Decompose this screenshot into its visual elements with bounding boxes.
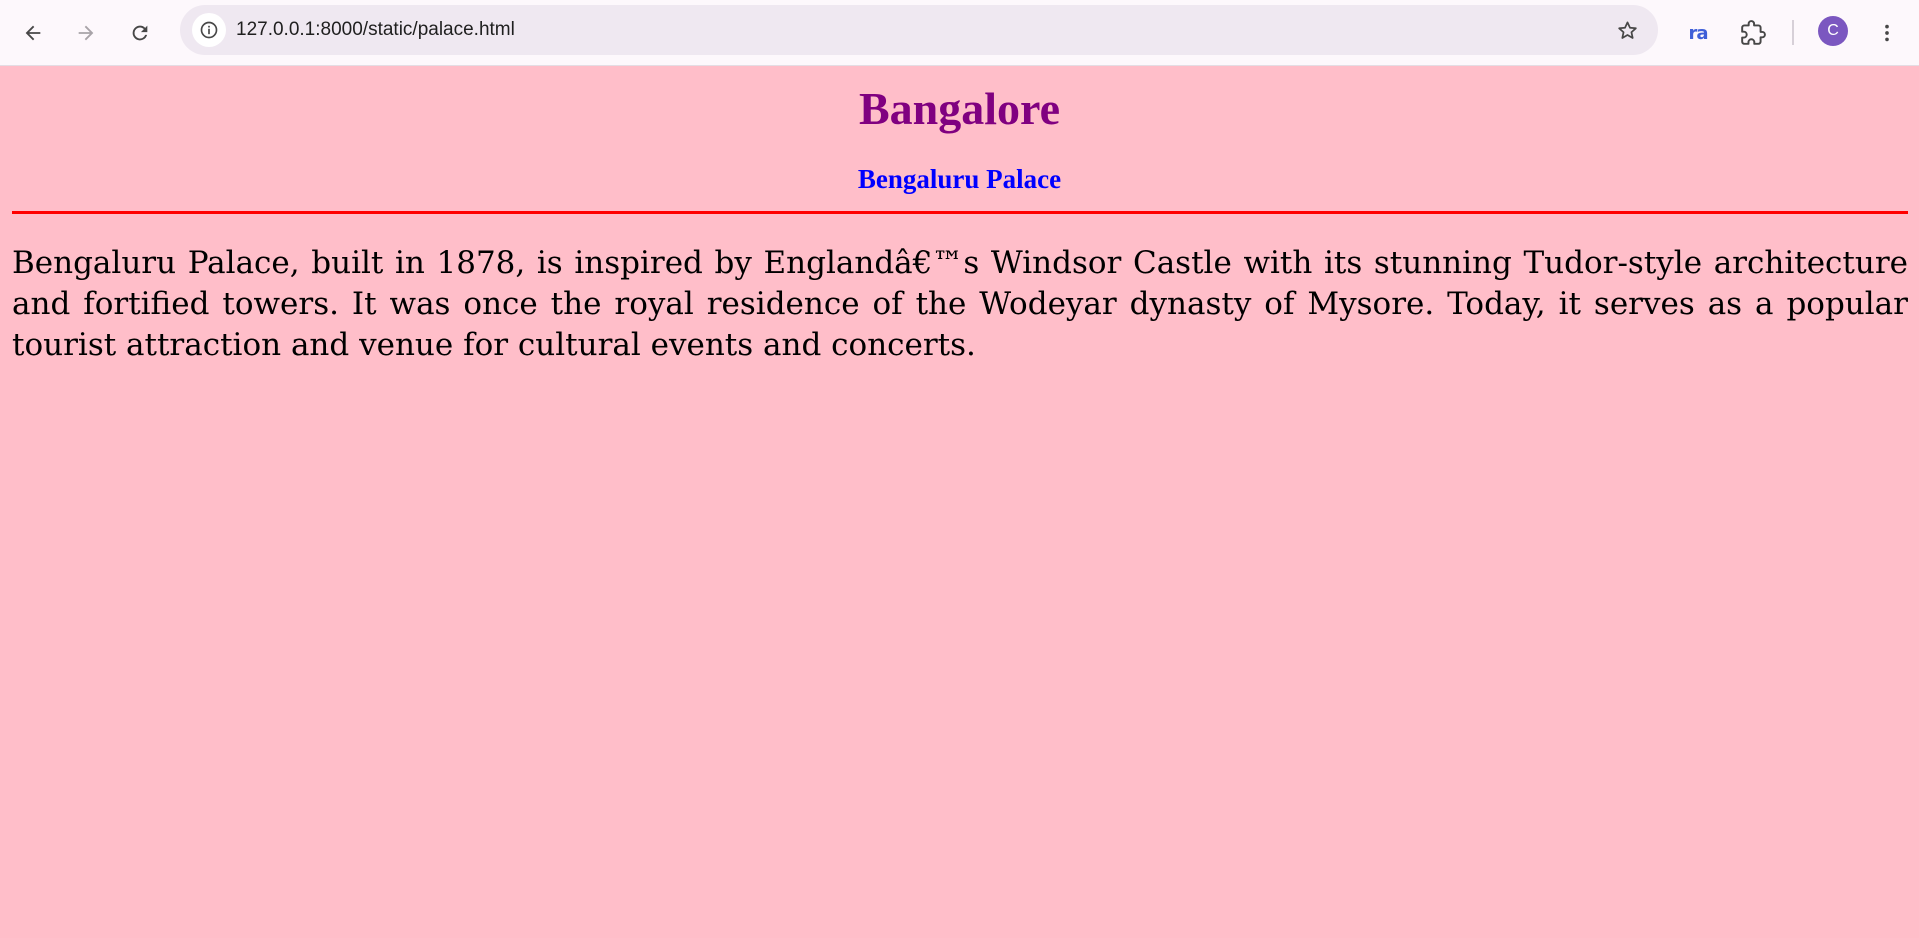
- puzzle-icon: [1741, 20, 1766, 45]
- extensions-button[interactable]: [1733, 13, 1773, 53]
- site-info-button[interactable]: [192, 13, 226, 47]
- url-text[interactable]: 127.0.0.1:8000/static/palace.html: [236, 5, 515, 55]
- kebab-menu-icon: [1885, 24, 1889, 42]
- toolbar-divider: [1792, 20, 1794, 45]
- horizontal-rule: [12, 211, 1908, 214]
- reload-button[interactable]: [120, 13, 160, 53]
- page-subtitle: Bengaluru Palace: [857, 164, 1062, 194]
- description-paragraph: Bengaluru Palace, built in 1878, is insp…: [12, 245, 1908, 363]
- address-bar[interactable]: 127.0.0.1:8000/static/palace.html: [180, 5, 1658, 55]
- forward-button[interactable]: [66, 13, 106, 53]
- extension-ra-label: ra: [1688, 22, 1708, 44]
- arrow-left-icon: [25, 25, 41, 41]
- profile-avatar[interactable]: C: [1818, 16, 1848, 46]
- page-content: Bangalore Bengaluru Palace Bengaluru Pal…: [0, 67, 1919, 938]
- star-icon: [1617, 20, 1637, 39]
- back-button[interactable]: [13, 13, 53, 53]
- arrow-right-icon: [78, 25, 94, 41]
- browser-toolbar: 127.0.0.1:8000/static/palace.html ra C: [0, 0, 1919, 66]
- page-title: Bangalore: [858, 83, 1061, 134]
- bookmark-button[interactable]: [1610, 13, 1644, 47]
- info-icon: [200, 21, 218, 39]
- extension-ra-button[interactable]: ra: [1678, 13, 1718, 53]
- reload-icon: [132, 25, 148, 41]
- browser-menu-button[interactable]: [1867, 13, 1907, 53]
